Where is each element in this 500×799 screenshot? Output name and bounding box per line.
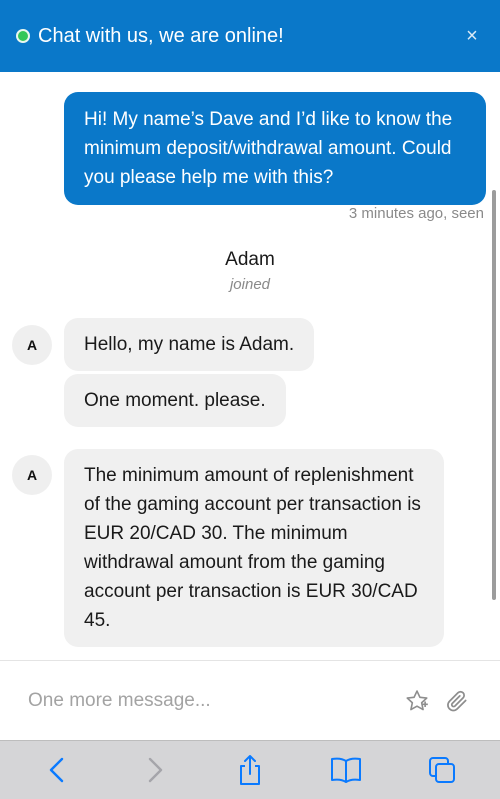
bookmarks-icon[interactable] <box>326 750 366 790</box>
agent-message: The minimum amount of replenishment of t… <box>64 449 444 647</box>
browser-toolbar <box>0 740 500 799</box>
message-input[interactable] <box>28 689 392 712</box>
paperclip-icon[interactable] <box>442 686 472 716</box>
agent-status: joined <box>229 276 271 293</box>
message-composer <box>0 660 500 740</box>
agent-message: One moment. please. <box>64 374 286 427</box>
agent-avatar: A <box>12 455 52 495</box>
chat-transcript[interactable]: Hi! My name’s Dave and I’d like to know … <box>0 72 500 660</box>
chat-title: Chat with us, we are online! <box>38 24 284 47</box>
scrollbar[interactable] <box>492 190 496 600</box>
agent-message: Hello, my name is Adam. <box>64 318 315 371</box>
tabs-icon[interactable] <box>422 750 462 790</box>
forward-icon[interactable] <box>134 750 174 790</box>
close-button[interactable]: × <box>460 25 484 48</box>
agent-name: Adam <box>225 249 275 270</box>
back-icon[interactable] <box>38 750 78 790</box>
message-meta: 3 minutes ago, seen <box>348 205 484 222</box>
chat-header: Chat with us, we are online! × <box>0 0 500 72</box>
agent-avatar: A <box>12 325 52 365</box>
share-icon[interactable] <box>230 750 270 790</box>
star-icon[interactable] <box>402 686 432 716</box>
user-message: Hi! My name’s Dave and I’d like to know … <box>64 92 486 205</box>
online-status-icon <box>16 29 30 43</box>
